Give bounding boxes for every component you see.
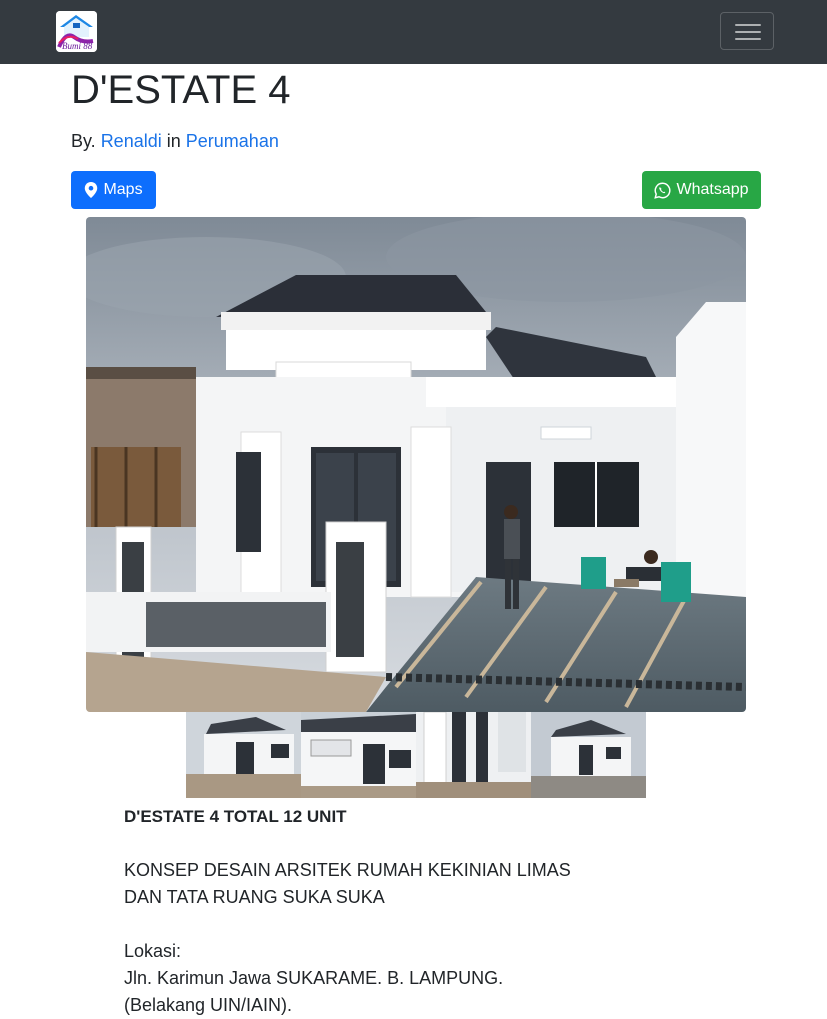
brand-logo[interactable]: Bumi 88 bbox=[56, 11, 97, 52]
page-title: D'ESTATE 4 bbox=[71, 68, 291, 112]
thumbnail-3[interactable] bbox=[416, 712, 531, 798]
concept-line-2: DAN TATA RUANG SUKA SUKA bbox=[124, 887, 385, 907]
thumbnail-1[interactable] bbox=[186, 712, 301, 798]
byline-prefix: By. bbox=[71, 131, 96, 151]
thumbnail-strip bbox=[186, 712, 646, 798]
thumbnail-2[interactable] bbox=[301, 712, 416, 798]
logo-text: Bumi 88 bbox=[62, 41, 93, 51]
whatsapp-icon bbox=[654, 182, 671, 199]
thumbnail-4[interactable] bbox=[531, 712, 646, 798]
location-label: Lokasi: bbox=[124, 941, 182, 961]
navbar: Bumi 88 bbox=[0, 0, 827, 64]
post-description: D'ESTATE 4 TOTAL 12 UNIT KONSEP DESAIN A… bbox=[124, 803, 724, 1019]
description-heading: D'ESTATE 4 TOTAL 12 UNIT bbox=[124, 807, 347, 826]
byline: By. Renaldi in Perumahan bbox=[71, 130, 279, 152]
navbar-toggler-button[interactable] bbox=[720, 12, 774, 50]
maps-button[interactable]: Maps bbox=[71, 171, 156, 209]
category-link[interactable]: Perumahan bbox=[186, 131, 279, 151]
author-link[interactable]: Renaldi bbox=[101, 131, 162, 151]
map-marker-icon bbox=[85, 182, 98, 198]
whatsapp-button[interactable]: Whatsapp bbox=[642, 171, 761, 209]
concept-line-1: KONSEP DESAIN ARSITEK RUMAH KEKINIAN LIM… bbox=[124, 860, 571, 880]
location-line-2: (Belakang UIN/IAIN). bbox=[124, 995, 293, 1015]
main-house-image bbox=[86, 217, 746, 712]
house-logo-icon: Bumi 88 bbox=[56, 11, 97, 52]
location-line-1: Jln. Karimun Jawa SUKARAME. B. LAMPUNG. bbox=[124, 968, 504, 988]
byline-in: in bbox=[166, 131, 181, 151]
maps-label: Maps bbox=[103, 181, 143, 198]
whatsapp-label: Whatsapp bbox=[676, 181, 749, 198]
